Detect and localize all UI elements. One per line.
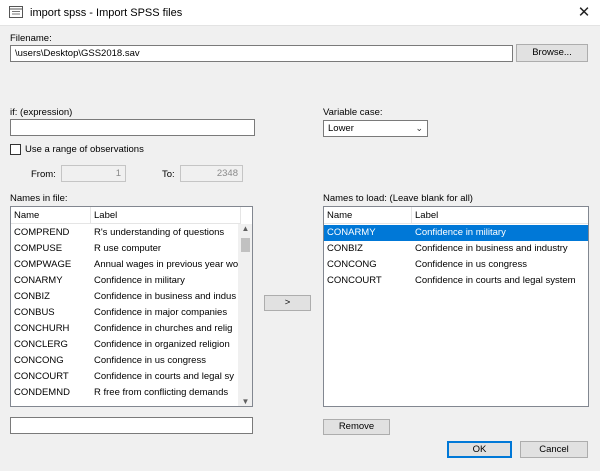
window-title: import spss - Import SPSS files [30,7,183,19]
list-item-label: R's understanding of questions [94,227,225,238]
names-in-file-header: Name Label [11,207,241,224]
names-to-load-list[interactable]: Name Label CONARMY Confidence in military… [323,206,589,407]
to-field[interactable]: 2348 [180,165,243,182]
list-item-label: R use computer [94,243,162,254]
list-item-label: Confidence in major companies [94,307,228,318]
list-item-name: CONARMY [14,275,63,286]
list-item[interactable]: CONDEMND R free from conflicting demands [11,385,238,401]
list-item-label: Confidence in churches and relig [94,323,233,334]
list-item[interactable]: COMPWAGE Annual wages in previous year wo [11,257,238,273]
range-checkbox-label: Use a range of observations [25,144,144,155]
list-item-label: R free from conflicting demands [94,387,229,398]
title-bar: import spss - Import SPSS files ✕ [0,0,600,26]
list-item[interactable]: CONCOURT Confidence in courts and legal s… [324,273,588,289]
column-header-label[interactable]: Label [91,207,241,224]
names-to-load-label: Names to load: (Leave blank for all) [323,193,473,204]
ok-button[interactable]: OK [447,441,512,458]
list-item-name: CONARMY [327,227,376,238]
list-item-label: Confidence in military [415,227,506,238]
list-item[interactable]: CONCLERG Confidence in organized religion [11,337,238,353]
list-item-label: Confidence in courts and legal sy [94,371,234,382]
column-header-name[interactable]: Name [11,207,91,224]
remove-button[interactable]: Remove [323,419,390,435]
filename-field[interactable]: \users\Desktop\GSS2018.sav [10,45,513,62]
names-in-file-list[interactable]: Name Label COMPREND R's understanding of … [10,206,253,407]
list-item-name: CONDEMND [14,387,70,398]
list-item-name: COMPWAGE [14,259,72,270]
list-item-name: COMPUSE [14,243,63,254]
vertical-scrollbar[interactable]: ▲ ▼ [238,224,252,406]
app-window-icon [9,6,23,18]
list-item-name: CONBUS [14,307,55,318]
list-item[interactable]: CONARMY Confidence in military [324,225,588,241]
browse-button[interactable]: Browse... [516,44,588,62]
list-item-label: Confidence in courts and legal system [415,275,576,286]
names-in-file-label: Names in file: [10,193,68,204]
to-label: To: [162,169,175,180]
list-item-name: CONCOURT [14,371,69,382]
list-item[interactable]: CONCONG Confidence in us congress [11,353,238,369]
list-item-label: Confidence in us congress [94,355,206,366]
variable-case-select[interactable]: Lower ⌄ [323,120,428,137]
close-icon[interactable]: ✕ [568,0,600,26]
list-item-label: Annual wages in previous year wo [94,259,238,270]
list-item[interactable]: COMPREND R's understanding of questions [11,225,238,241]
list-item-name: CONCONG [14,355,64,366]
scroll-up-icon[interactable]: ▲ [238,224,252,233]
filename-label: Filename: [10,33,52,44]
list-item-label: Confidence in us congress [415,259,527,270]
column-header-name[interactable]: Name [324,207,412,224]
from-field[interactable]: 1 [61,165,126,182]
list-item-name: CONCOURT [327,275,382,286]
list-item-name: CONBIZ [14,291,50,302]
cancel-button[interactable]: Cancel [520,441,588,458]
list-item-name: CONCONG [327,259,377,270]
list-item-name: CONBIZ [327,243,363,254]
variable-case-value: Lower [328,123,354,134]
from-label: From: [31,169,56,180]
add-to-load-button[interactable]: > [264,295,311,311]
list-item[interactable]: CONBIZ Confidence in business and industr… [324,241,588,257]
names-filter-field[interactable] [10,417,253,434]
list-item[interactable]: CONCOURT Confidence in courts and legal s… [11,369,238,385]
chevron-down-icon: ⌄ [415,123,423,133]
names-to-load-header: Name Label [324,207,588,224]
list-item[interactable]: CONBUS Confidence in major companies [11,305,238,321]
if-expression-label: if: (expression) [10,107,73,118]
list-item[interactable]: COMPUSE R use computer [11,241,238,257]
scrollbar-thumb[interactable] [241,238,250,252]
list-item[interactable]: CONCHURH Confidence in churches and relig [11,321,238,337]
list-item-name: CONCHURH [14,323,70,334]
list-item-label: Confidence in business and industry [415,243,568,254]
range-checkbox[interactable] [10,144,21,155]
list-item[interactable]: CONCONG Confidence in us congress [324,257,588,273]
list-item[interactable]: CONBIZ Confidence in business and indus [11,289,238,305]
list-item[interactable]: CONARMY Confidence in military [11,273,238,289]
list-item-label: Confidence in military [94,275,185,286]
list-item-label: Confidence in organized religion [94,339,230,350]
list-item-name: COMPREND [14,227,70,238]
scroll-down-icon[interactable]: ▼ [238,397,252,406]
list-item-name: CONCLERG [14,339,68,350]
list-item-label: Confidence in business and indus [94,291,237,302]
variable-case-label: Variable case: [323,107,383,118]
column-header-label[interactable]: Label [412,207,588,224]
if-expression-field[interactable] [10,119,255,136]
